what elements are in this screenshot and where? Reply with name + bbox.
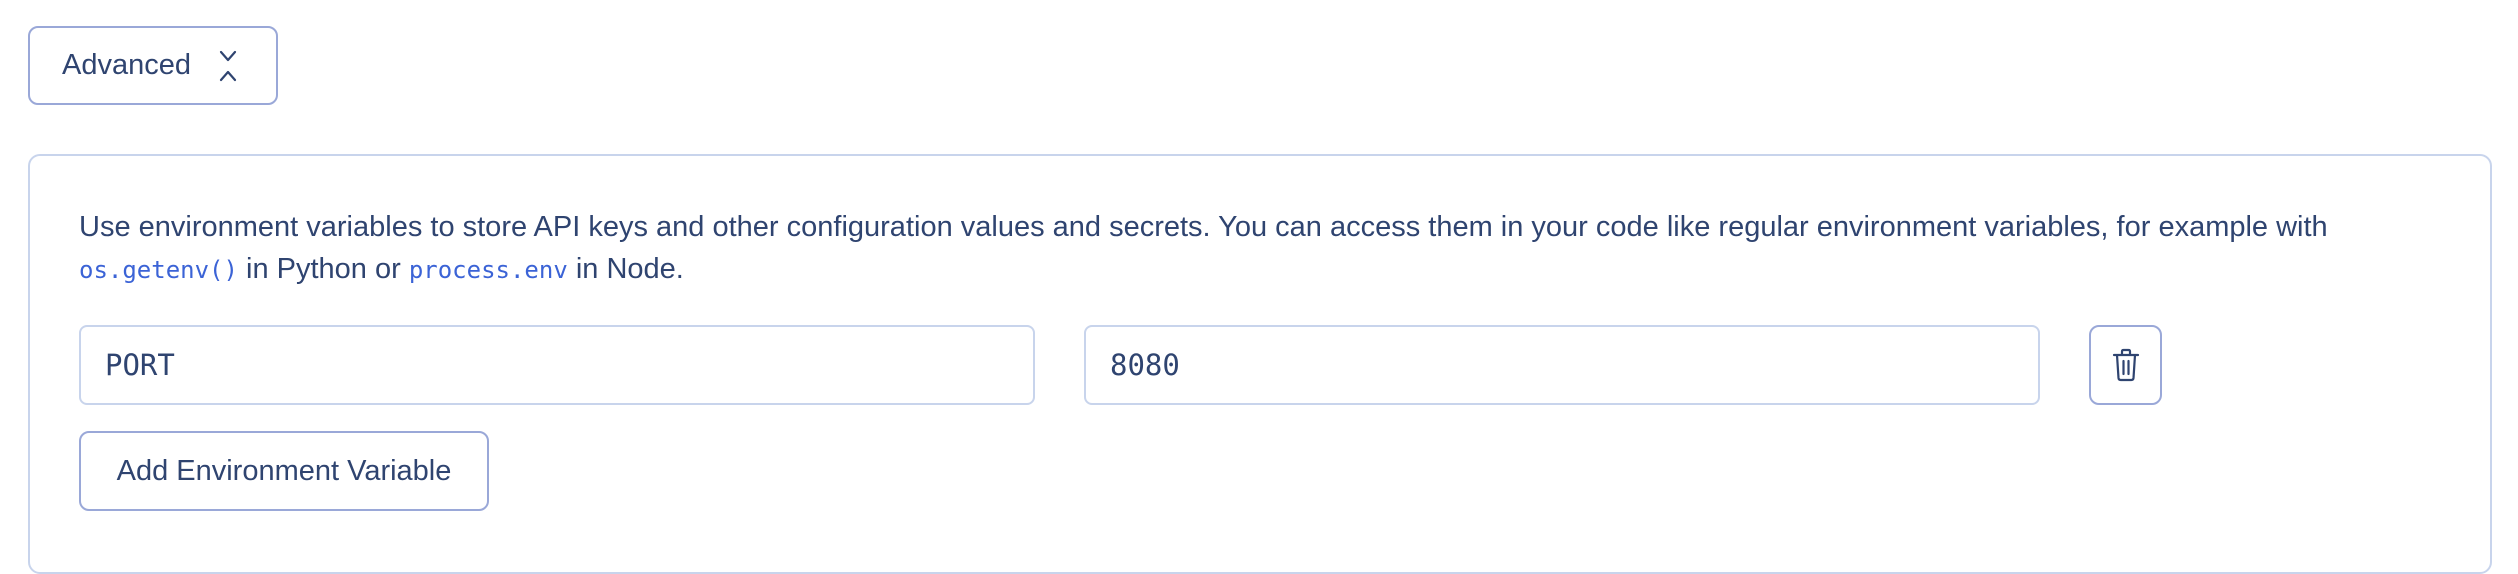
- env-description-text-after: in Node.: [567, 253, 684, 285]
- env-value-input[interactable]: [1110, 348, 2038, 382]
- code-os-getenv: os.getenv(): [79, 256, 238, 284]
- env-description-text-before: Use environment variables to store API k…: [79, 211, 2328, 243]
- env-description: Use environment variables to store API k…: [79, 206, 2479, 291]
- chevrons-collapse-icon: [217, 48, 239, 84]
- trash-icon: [2111, 347, 2141, 383]
- env-key-input[interactable]: [105, 348, 1033, 382]
- env-value-field[interactable]: [1084, 325, 2040, 405]
- environment-variables-panel: Use environment variables to store API k…: [28, 154, 2492, 574]
- add-environment-variable-button[interactable]: Add Environment Variable: [79, 431, 489, 511]
- env-key-field[interactable]: [79, 325, 1035, 405]
- advanced-toggle-label: Advanced: [62, 49, 191, 81]
- env-description-text-middle: in Python or: [237, 253, 409, 285]
- advanced-toggle-button[interactable]: Advanced: [28, 26, 278, 105]
- code-process-env: process.env: [408, 256, 568, 284]
- delete-variable-button[interactable]: [2089, 325, 2162, 405]
